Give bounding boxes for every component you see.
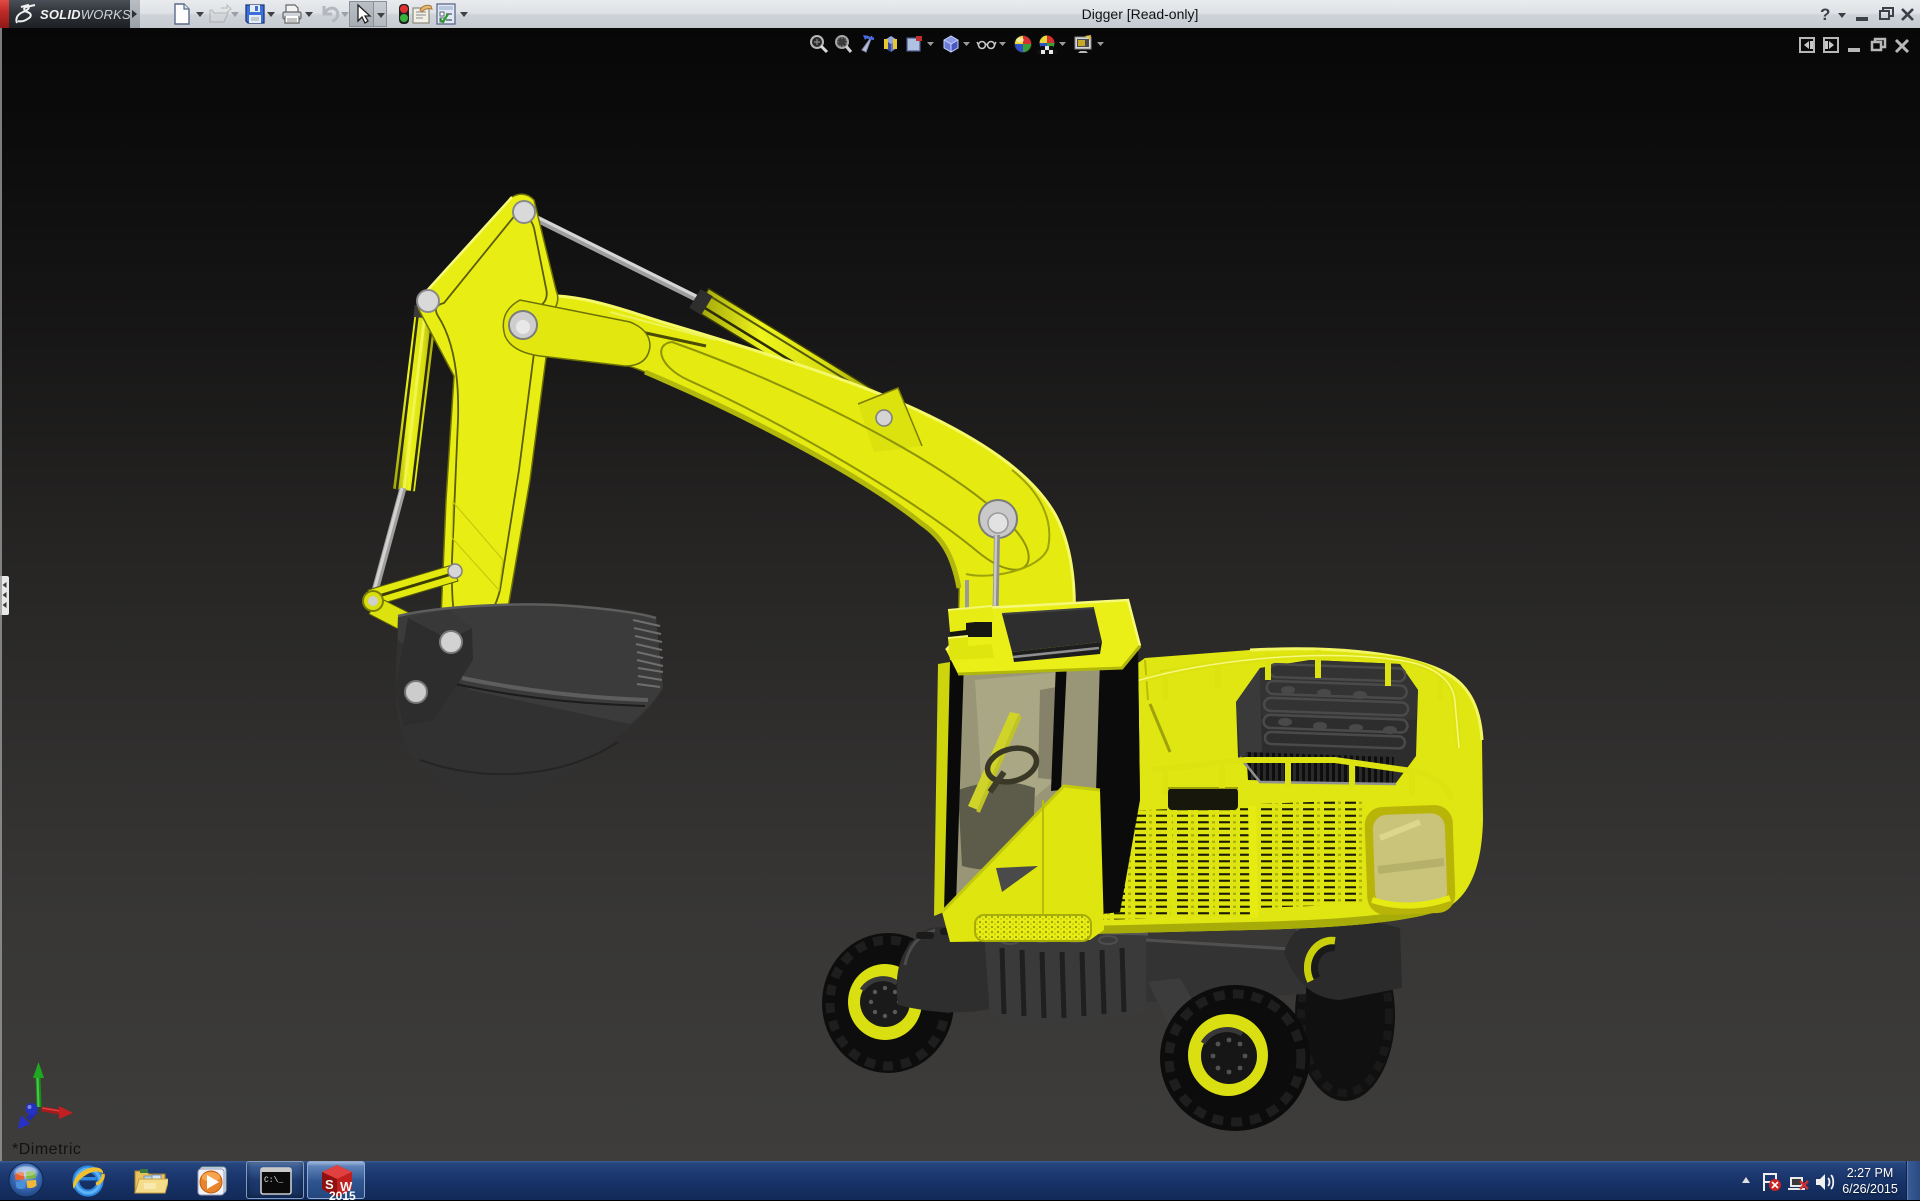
svg-text:C:\_: C:\_: [264, 1176, 283, 1185]
svg-text:2015: 2015: [329, 1189, 356, 1201]
svg-text:?: ?: [1820, 5, 1830, 24]
